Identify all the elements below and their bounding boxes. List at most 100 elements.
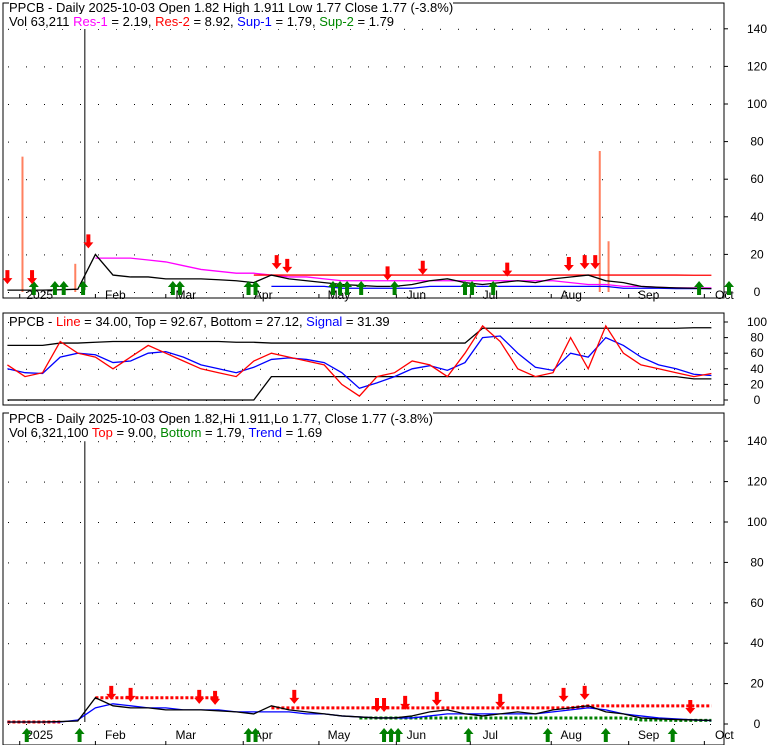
grid-dot bbox=[260, 441, 261, 443]
grid-dot bbox=[638, 400, 639, 401]
grid-dot bbox=[98, 562, 99, 564]
grid-dot bbox=[332, 602, 333, 604]
grid-dot bbox=[44, 602, 45, 604]
grid-dot bbox=[656, 141, 657, 143]
grid-dot bbox=[512, 368, 513, 370]
grid-dot bbox=[710, 724, 711, 725]
grid-dot bbox=[638, 179, 639, 181]
grid-dot bbox=[602, 643, 603, 645]
grid-dot bbox=[620, 602, 621, 604]
grid-dot bbox=[80, 481, 81, 483]
grid-dot bbox=[62, 481, 63, 483]
grid-dot bbox=[368, 179, 369, 181]
grid-dot bbox=[710, 216, 711, 218]
grid-dot bbox=[98, 104, 99, 105]
grid-dot bbox=[116, 683, 117, 685]
grid-dot bbox=[350, 104, 351, 105]
grid-dot bbox=[494, 322, 495, 323]
grid-dot bbox=[206, 522, 207, 523]
down-arrow-icon bbox=[379, 697, 390, 712]
grid-dot bbox=[332, 441, 333, 443]
grid-dot bbox=[224, 683, 225, 685]
grid-dot bbox=[152, 337, 153, 339]
grid-dot bbox=[224, 724, 225, 725]
grid-dot bbox=[62, 216, 63, 218]
y-tick-label: 120 bbox=[747, 59, 767, 73]
grid-dot bbox=[116, 481, 117, 483]
grid-dot bbox=[548, 179, 549, 181]
grid-dot bbox=[692, 104, 693, 105]
panel-frame bbox=[2, 2, 725, 299]
grid-dot bbox=[98, 643, 99, 645]
grid-dot bbox=[494, 724, 495, 725]
grid-dot bbox=[404, 66, 405, 68]
grid-dot bbox=[602, 683, 603, 685]
grid-dot bbox=[440, 179, 441, 181]
grid-dot bbox=[260, 683, 261, 685]
grid-dot bbox=[494, 353, 495, 355]
grid-dot bbox=[476, 368, 477, 370]
grid-dot bbox=[674, 384, 675, 386]
grid-dot bbox=[512, 562, 513, 564]
grid-dot bbox=[62, 353, 63, 355]
grid-dot bbox=[260, 643, 261, 645]
grid-dot bbox=[98, 216, 99, 218]
grid-dot bbox=[332, 216, 333, 218]
grid-dot bbox=[44, 522, 45, 523]
grid-dot bbox=[548, 522, 549, 523]
grid-dot bbox=[674, 353, 675, 355]
grid-dot bbox=[602, 368, 603, 370]
grid-dot bbox=[566, 400, 567, 401]
grid-dot bbox=[206, 254, 207, 256]
grid-dot bbox=[476, 292, 477, 293]
grid-dot bbox=[278, 683, 279, 685]
grid-dot bbox=[656, 66, 657, 68]
up-arrow-icon bbox=[74, 728, 85, 742]
grid-dot bbox=[44, 104, 45, 105]
grid-dot bbox=[152, 254, 153, 256]
grid-dot bbox=[530, 368, 531, 370]
grid-dot bbox=[458, 384, 459, 386]
grid-dot bbox=[314, 384, 315, 386]
up-arrow-icon bbox=[463, 728, 474, 742]
grid-dot bbox=[710, 384, 711, 386]
grid-dot bbox=[80, 141, 81, 143]
grid-dot bbox=[152, 683, 153, 685]
grid-dot bbox=[512, 216, 513, 218]
grid-dot bbox=[332, 643, 333, 645]
grid-dot bbox=[440, 562, 441, 564]
grid-dot bbox=[134, 292, 135, 293]
grid-dot bbox=[80, 384, 81, 386]
grid-dot bbox=[170, 141, 171, 143]
grid-dot bbox=[692, 337, 693, 339]
y-tick-label: 0 bbox=[754, 717, 761, 731]
grid-dot bbox=[224, 66, 225, 68]
grid-dot bbox=[692, 643, 693, 645]
grid-dot bbox=[314, 337, 315, 339]
grid-dot bbox=[710, 141, 711, 143]
grid-dot bbox=[404, 643, 405, 645]
grid-dot bbox=[260, 104, 261, 105]
x-tick-label: Aug bbox=[561, 288, 582, 302]
grid-dot bbox=[422, 522, 423, 523]
grid-dot bbox=[458, 322, 459, 323]
grid-dot bbox=[458, 254, 459, 256]
grid-dot bbox=[44, 643, 45, 645]
grid-dot bbox=[458, 28, 459, 30]
grid-dot bbox=[134, 384, 135, 386]
y-tick-label: 80 bbox=[750, 331, 764, 345]
x-tick-label: Feb bbox=[105, 288, 126, 302]
grid-dot bbox=[368, 353, 369, 355]
grid-dot bbox=[98, 337, 99, 339]
grid-dot bbox=[602, 216, 603, 218]
grid-dot bbox=[422, 104, 423, 105]
grid-dot bbox=[656, 724, 657, 725]
grid-dot bbox=[494, 66, 495, 68]
up-arrow-icon bbox=[393, 728, 404, 742]
grid-dot bbox=[224, 216, 225, 218]
grid-dot bbox=[44, 441, 45, 443]
grid-dot bbox=[44, 353, 45, 355]
grid-dot bbox=[368, 441, 369, 443]
grid-dot bbox=[530, 104, 531, 105]
grid-dot bbox=[674, 337, 675, 339]
